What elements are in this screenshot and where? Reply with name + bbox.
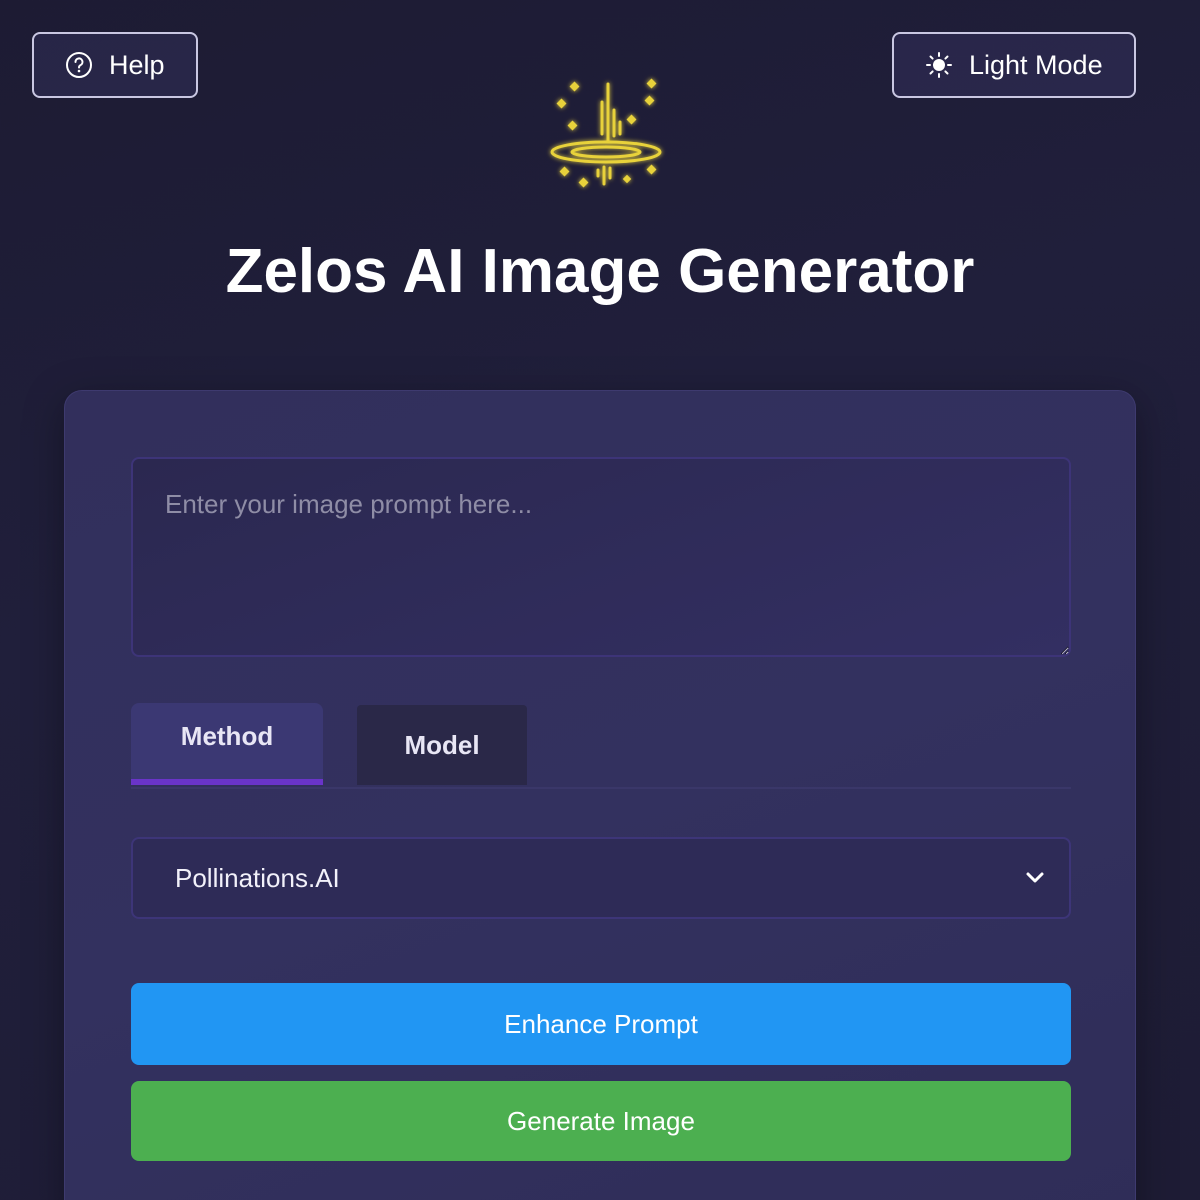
page-title: Zelos AI Image Generator (225, 237, 975, 306)
method-selected-value: Pollinations.AI (175, 862, 340, 893)
light-mode-toggle-button[interactable]: Light Mode (892, 32, 1136, 98)
help-label: Help (109, 49, 165, 80)
tab-method-label: Method (180, 720, 274, 751)
generator-card: Method Model Pollinations.AI Enhance Pro… (64, 390, 1136, 1200)
prompt-input[interactable] (131, 457, 1071, 657)
generate-image-button[interactable]: Generate Image (131, 1081, 1071, 1161)
chevron-down-icon (1023, 866, 1047, 890)
sparkle-portal-logo (540, 72, 670, 202)
enhance-prompt-button[interactable]: Enhance Prompt (131, 983, 1071, 1065)
question-circle-icon (65, 51, 93, 79)
tab-model[interactable]: Model (357, 705, 527, 785)
help-button[interactable]: Help (32, 32, 198, 98)
settings-tabs: Method Model (131, 703, 1071, 789)
tab-model-label: Model (404, 729, 480, 760)
tab-method[interactable]: Method (131, 703, 323, 785)
method-select[interactable]: Pollinations.AI (131, 837, 1071, 919)
sun-icon (925, 51, 953, 79)
light-mode-label: Light Mode (969, 49, 1103, 80)
